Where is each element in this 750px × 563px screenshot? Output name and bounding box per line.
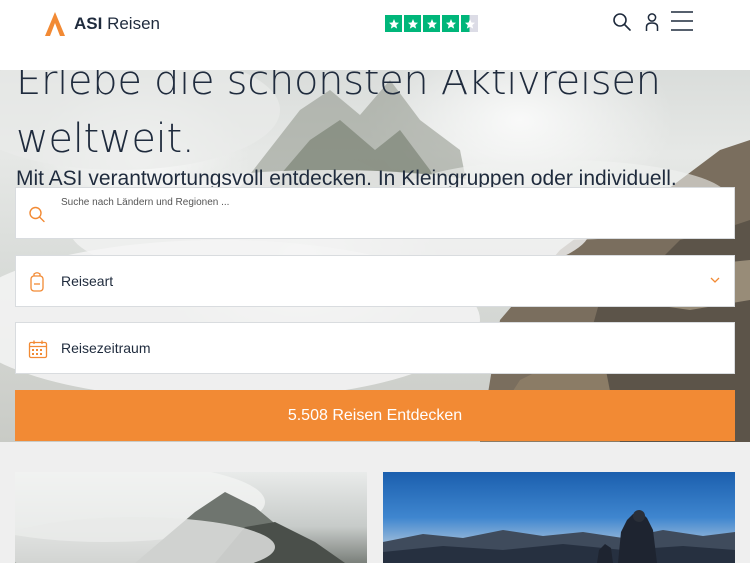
search-icon[interactable] [612,12,632,32]
star-icon [385,15,402,32]
travel-period-input[interactable]: Reisezeitraum [15,322,735,374]
travel-period-label: Reisezeitraum [61,340,151,356]
travel-type-select[interactable]: Reiseart [15,255,735,307]
user-icon[interactable] [643,12,661,32]
backpack-icon [30,272,44,292]
search-icon [29,206,45,223]
star-icon [442,15,459,32]
discover-trips-button[interactable]: 5.508 Reisen Entdecken [15,390,735,441]
trip-card-image[interactable] [15,472,367,563]
travel-type-label: Reiseart [61,273,114,289]
chevron-down-icon [710,277,720,283]
site-header: ASI Reisen [0,0,750,70]
search-placeholder: Suche nach Ländern und Regionen ... [61,197,230,208]
half-star-icon [461,15,478,32]
logo-text: ASI Reisen [74,14,160,33]
star-icon [404,15,421,32]
menu-icon[interactable] [670,10,694,32]
hikers-photo [383,510,735,563]
trip-card-image[interactable] [383,472,735,563]
logo-link[interactable]: ASI Reisen [44,11,160,37]
star-icon [423,15,440,32]
search-input[interactable]: Suche nach Ländern und Regionen ... [15,187,735,239]
mountain-photo [15,472,345,563]
asi-logo-icon [45,12,65,36]
trustpilot-stars[interactable] [385,15,478,32]
calendar-icon [28,340,48,359]
